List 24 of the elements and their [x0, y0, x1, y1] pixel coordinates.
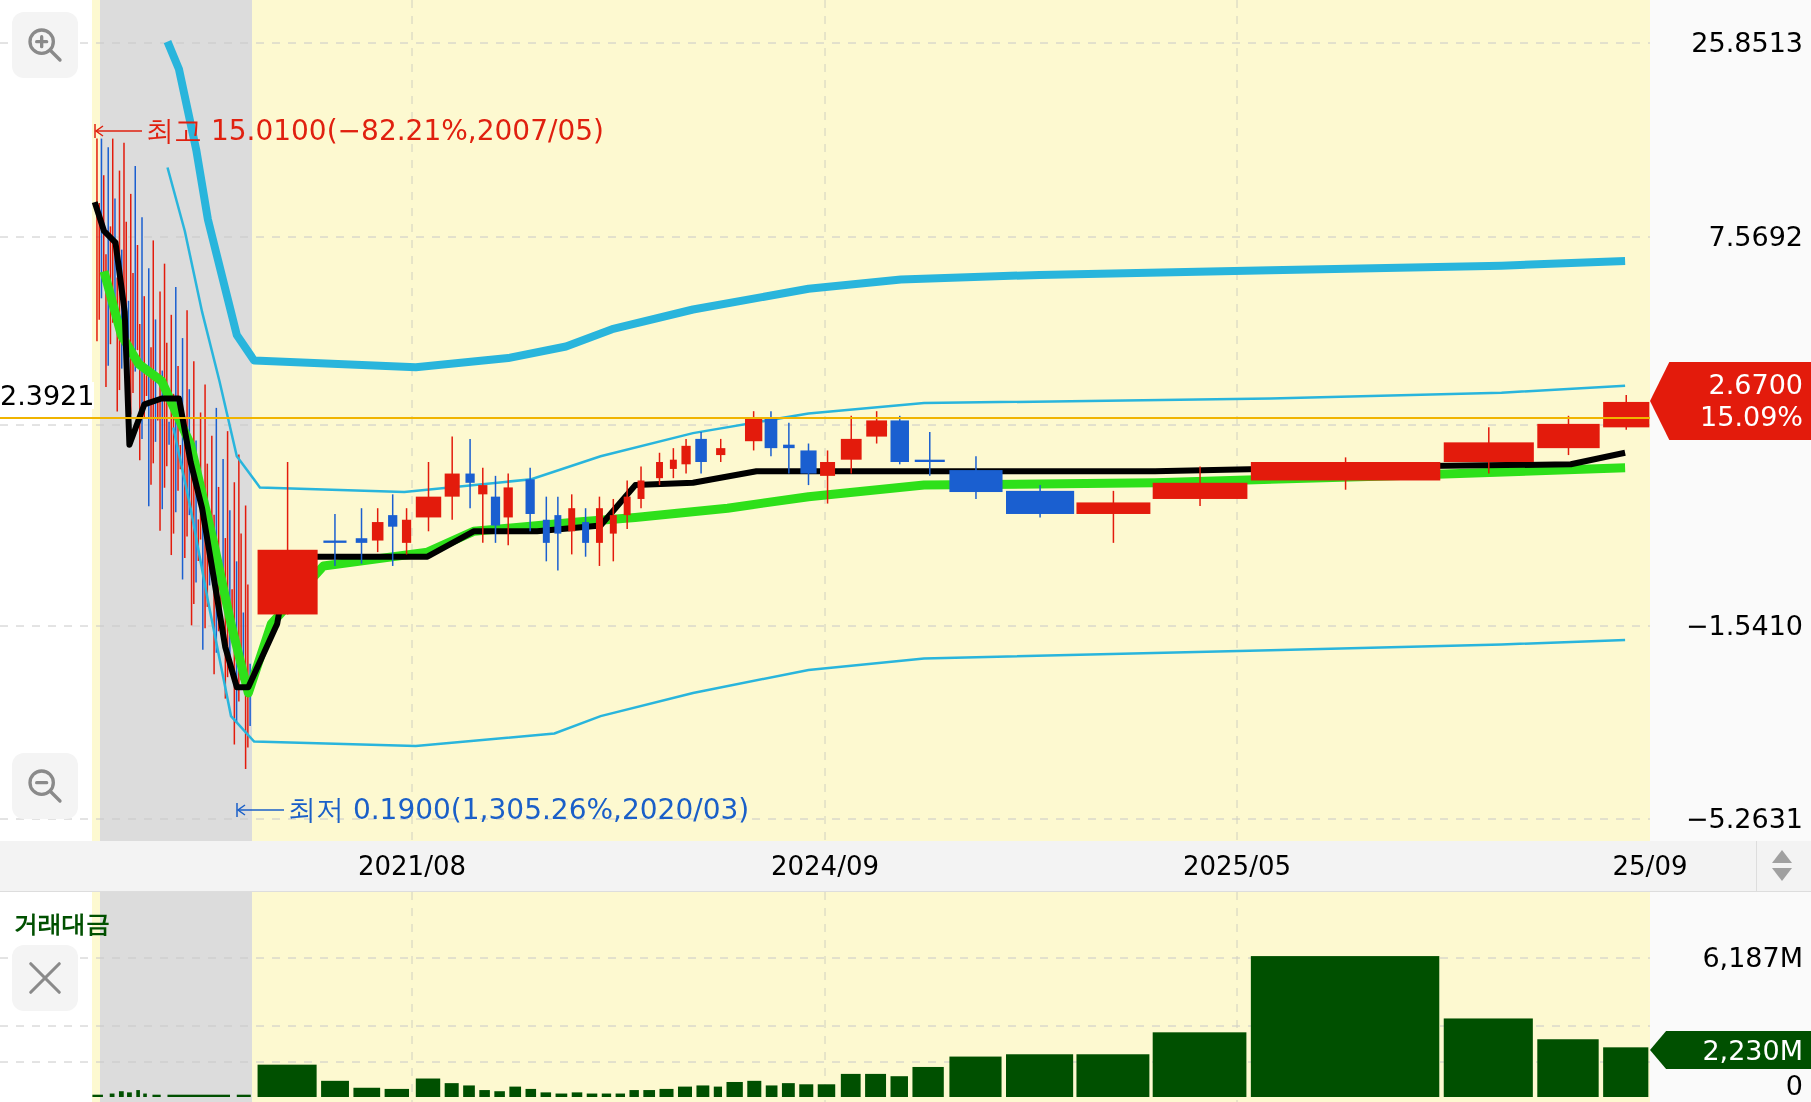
volume-pane-title: 거래대금: [14, 912, 110, 936]
date-axis-label: 2021/08: [358, 853, 466, 879]
leader-arrow: [94, 124, 142, 138]
price-axis-label: −5.2631: [1685, 805, 1803, 832]
current-price: 2.6700: [1708, 368, 1803, 401]
close-icon: [26, 959, 64, 997]
price-change: 15.09%: [1700, 401, 1803, 434]
date-axis-label: 25/09: [1612, 853, 1688, 879]
date-axis-label: 2024/09: [771, 853, 879, 879]
zoom-in-icon: [25, 25, 65, 65]
volume-axis-label: 0: [1785, 1072, 1803, 1099]
date-axis-label: 2025/05: [1183, 853, 1291, 879]
leader-arrow: [236, 803, 284, 817]
price-axis-label: −1.5410: [1685, 612, 1803, 639]
crosshair-price-label: 2.3921: [0, 382, 95, 409]
price-axis-label: 7.5692: [1708, 223, 1803, 250]
current-volume: 2,230M: [1702, 1036, 1803, 1064]
zoom-out-button[interactable]: [12, 753, 78, 819]
zoom-out-icon: [25, 766, 65, 806]
close-button[interactable]: [12, 945, 78, 1011]
zoom-in-button[interactable]: [12, 12, 78, 78]
price-axis-label: 25.8513: [1691, 29, 1803, 56]
volume-axis-label: 6,187M: [1702, 944, 1803, 971]
low-price-marker: 최저 0.1900(1,305.26%,2020/03): [288, 796, 750, 824]
